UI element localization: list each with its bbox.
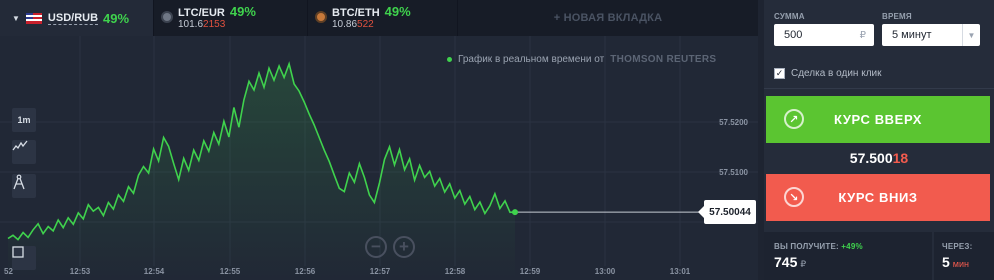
price-tick-label: 57.5200 bbox=[719, 118, 748, 127]
tab-ltc-eur[interactable]: LTC/EUR 49% 101.62153 bbox=[154, 0, 308, 36]
new-tab-button[interactable]: + НОВАЯ ВКЛАДКА bbox=[458, 0, 758, 36]
drawing-tools-button[interactable] bbox=[12, 174, 36, 198]
realtime-text: График в реальном времени от bbox=[458, 54, 605, 65]
payout-box: ВЫ ПОЛУЧИТЕ: +49% 745 ₽ bbox=[764, 232, 932, 280]
caret-down-icon[interactable]: ▼ bbox=[12, 14, 20, 23]
time-select[interactable]: 5 минут ▼ bbox=[882, 24, 980, 46]
compass-icon bbox=[13, 174, 25, 190]
time-tick-label: 12:54 bbox=[144, 267, 165, 276]
zoom-out-button[interactable]: − bbox=[365, 236, 387, 258]
asset-tabs: ▼ USD/RUB 49% LTC/EUR 49% 101.62153 BTC/… bbox=[0, 0, 758, 36]
fullscreen-button[interactable] bbox=[12, 246, 36, 270]
line-chart-icon bbox=[12, 140, 28, 151]
one-click-checkbox[interactable]: ✓ bbox=[774, 67, 785, 79]
time-tick-label: 13:01 bbox=[670, 267, 691, 276]
arrow-down-right-icon: ↘ bbox=[784, 187, 804, 207]
ltc-coin-icon bbox=[161, 11, 173, 23]
tab-price: 10.86522 bbox=[332, 18, 374, 30]
rate-up-button[interactable]: ↗ КУРС ВВЕРХ bbox=[766, 96, 990, 143]
payout-value: 745 ₽ bbox=[774, 254, 807, 270]
realtime-notice: График в реальном времени от THOMSON REU… bbox=[447, 54, 716, 65]
price-tick-label: 57.5100 bbox=[719, 168, 748, 177]
expiry-box: ЧЕРЕЗ: 5 мин bbox=[934, 232, 994, 280]
divider bbox=[764, 88, 994, 89]
current-rate: 57.50018 bbox=[849, 150, 909, 166]
tab-payout-percent: 49% bbox=[103, 10, 130, 26]
time-tick-label: 12:53 bbox=[70, 267, 91, 276]
tab-pair-label[interactable]: USD/RUB bbox=[47, 12, 99, 25]
time-tick-label: 12:55 bbox=[220, 267, 241, 276]
price-chart[interactable]: 12:53 12:54 12:55 12:56 12:57 12:58 12:59 13:00… bbox=[0, 36, 758, 280]
time-tick-label: 12:57 bbox=[370, 267, 391, 276]
current-price-point bbox=[512, 209, 518, 216]
time-label: ВРЕМЯ bbox=[882, 12, 912, 21]
rate-down-button[interactable]: ↘ КУРС ВНИЗ bbox=[766, 174, 990, 221]
us-flag-icon bbox=[25, 12, 42, 24]
chevron-down-icon[interactable]: ▼ bbox=[962, 24, 980, 46]
expiry-value: 5 мин bbox=[942, 254, 969, 270]
expiry-label: ЧЕРЕЗ: bbox=[942, 242, 973, 251]
tab-pair-label: LTC/EUR bbox=[178, 6, 225, 19]
payout-label: ВЫ ПОЛУЧИТЕ: +49% bbox=[774, 242, 863, 251]
zoom-in-button[interactable]: + bbox=[393, 236, 415, 258]
time-tick-label: 13:00 bbox=[595, 267, 616, 276]
rate-up-label: КУРС ВВЕРХ bbox=[834, 112, 922, 127]
ruble-sign: ₽ bbox=[859, 29, 866, 41]
tab-usd-rub[interactable]: ▼ USD/RUB 49% bbox=[0, 0, 154, 36]
one-click-option[interactable]: ✓ Сделка в один клик bbox=[774, 62, 988, 84]
tab-payout-percent: 49% bbox=[229, 3, 256, 19]
tab-btc-eth[interactable]: BTC/ETH 49% 10.86522 bbox=[308, 0, 458, 36]
amount-input[interactable]: 500 ₽ bbox=[774, 24, 874, 46]
amount-value: 500 bbox=[784, 29, 803, 41]
current-price-tag: 57.50044 bbox=[698, 200, 756, 225]
provider-logo: THOMSON REUTERS bbox=[610, 54, 717, 65]
amount-label: СУММА bbox=[774, 12, 805, 21]
tab-payout-percent: 49% bbox=[384, 3, 411, 19]
one-click-label: Сделка в один клик bbox=[791, 67, 882, 79]
time-tick-label: 12:59 bbox=[520, 267, 541, 276]
time-tick-label: 12:58 bbox=[445, 267, 466, 276]
chart-type-button[interactable] bbox=[12, 140, 36, 164]
btc-coin-icon bbox=[315, 11, 327, 23]
time-value: 5 минут bbox=[892, 29, 932, 41]
arrow-up-right-icon: ↗ bbox=[784, 109, 804, 129]
time-tick-label: 12:56 bbox=[295, 267, 316, 276]
trade-panel: СУММА 500 ₽ ВРЕМЯ 5 минут ▼ ✓ Сделка в о… bbox=[764, 0, 994, 280]
timeframe-button[interactable]: 1m bbox=[12, 108, 36, 132]
tab-price: 101.62153 bbox=[178, 18, 226, 30]
live-dot-icon bbox=[447, 57, 452, 62]
square-icon bbox=[12, 246, 24, 258]
rate-down-label: КУРС ВНИЗ bbox=[838, 190, 918, 205]
tab-pair-label: BTC/ETH bbox=[332, 6, 380, 19]
